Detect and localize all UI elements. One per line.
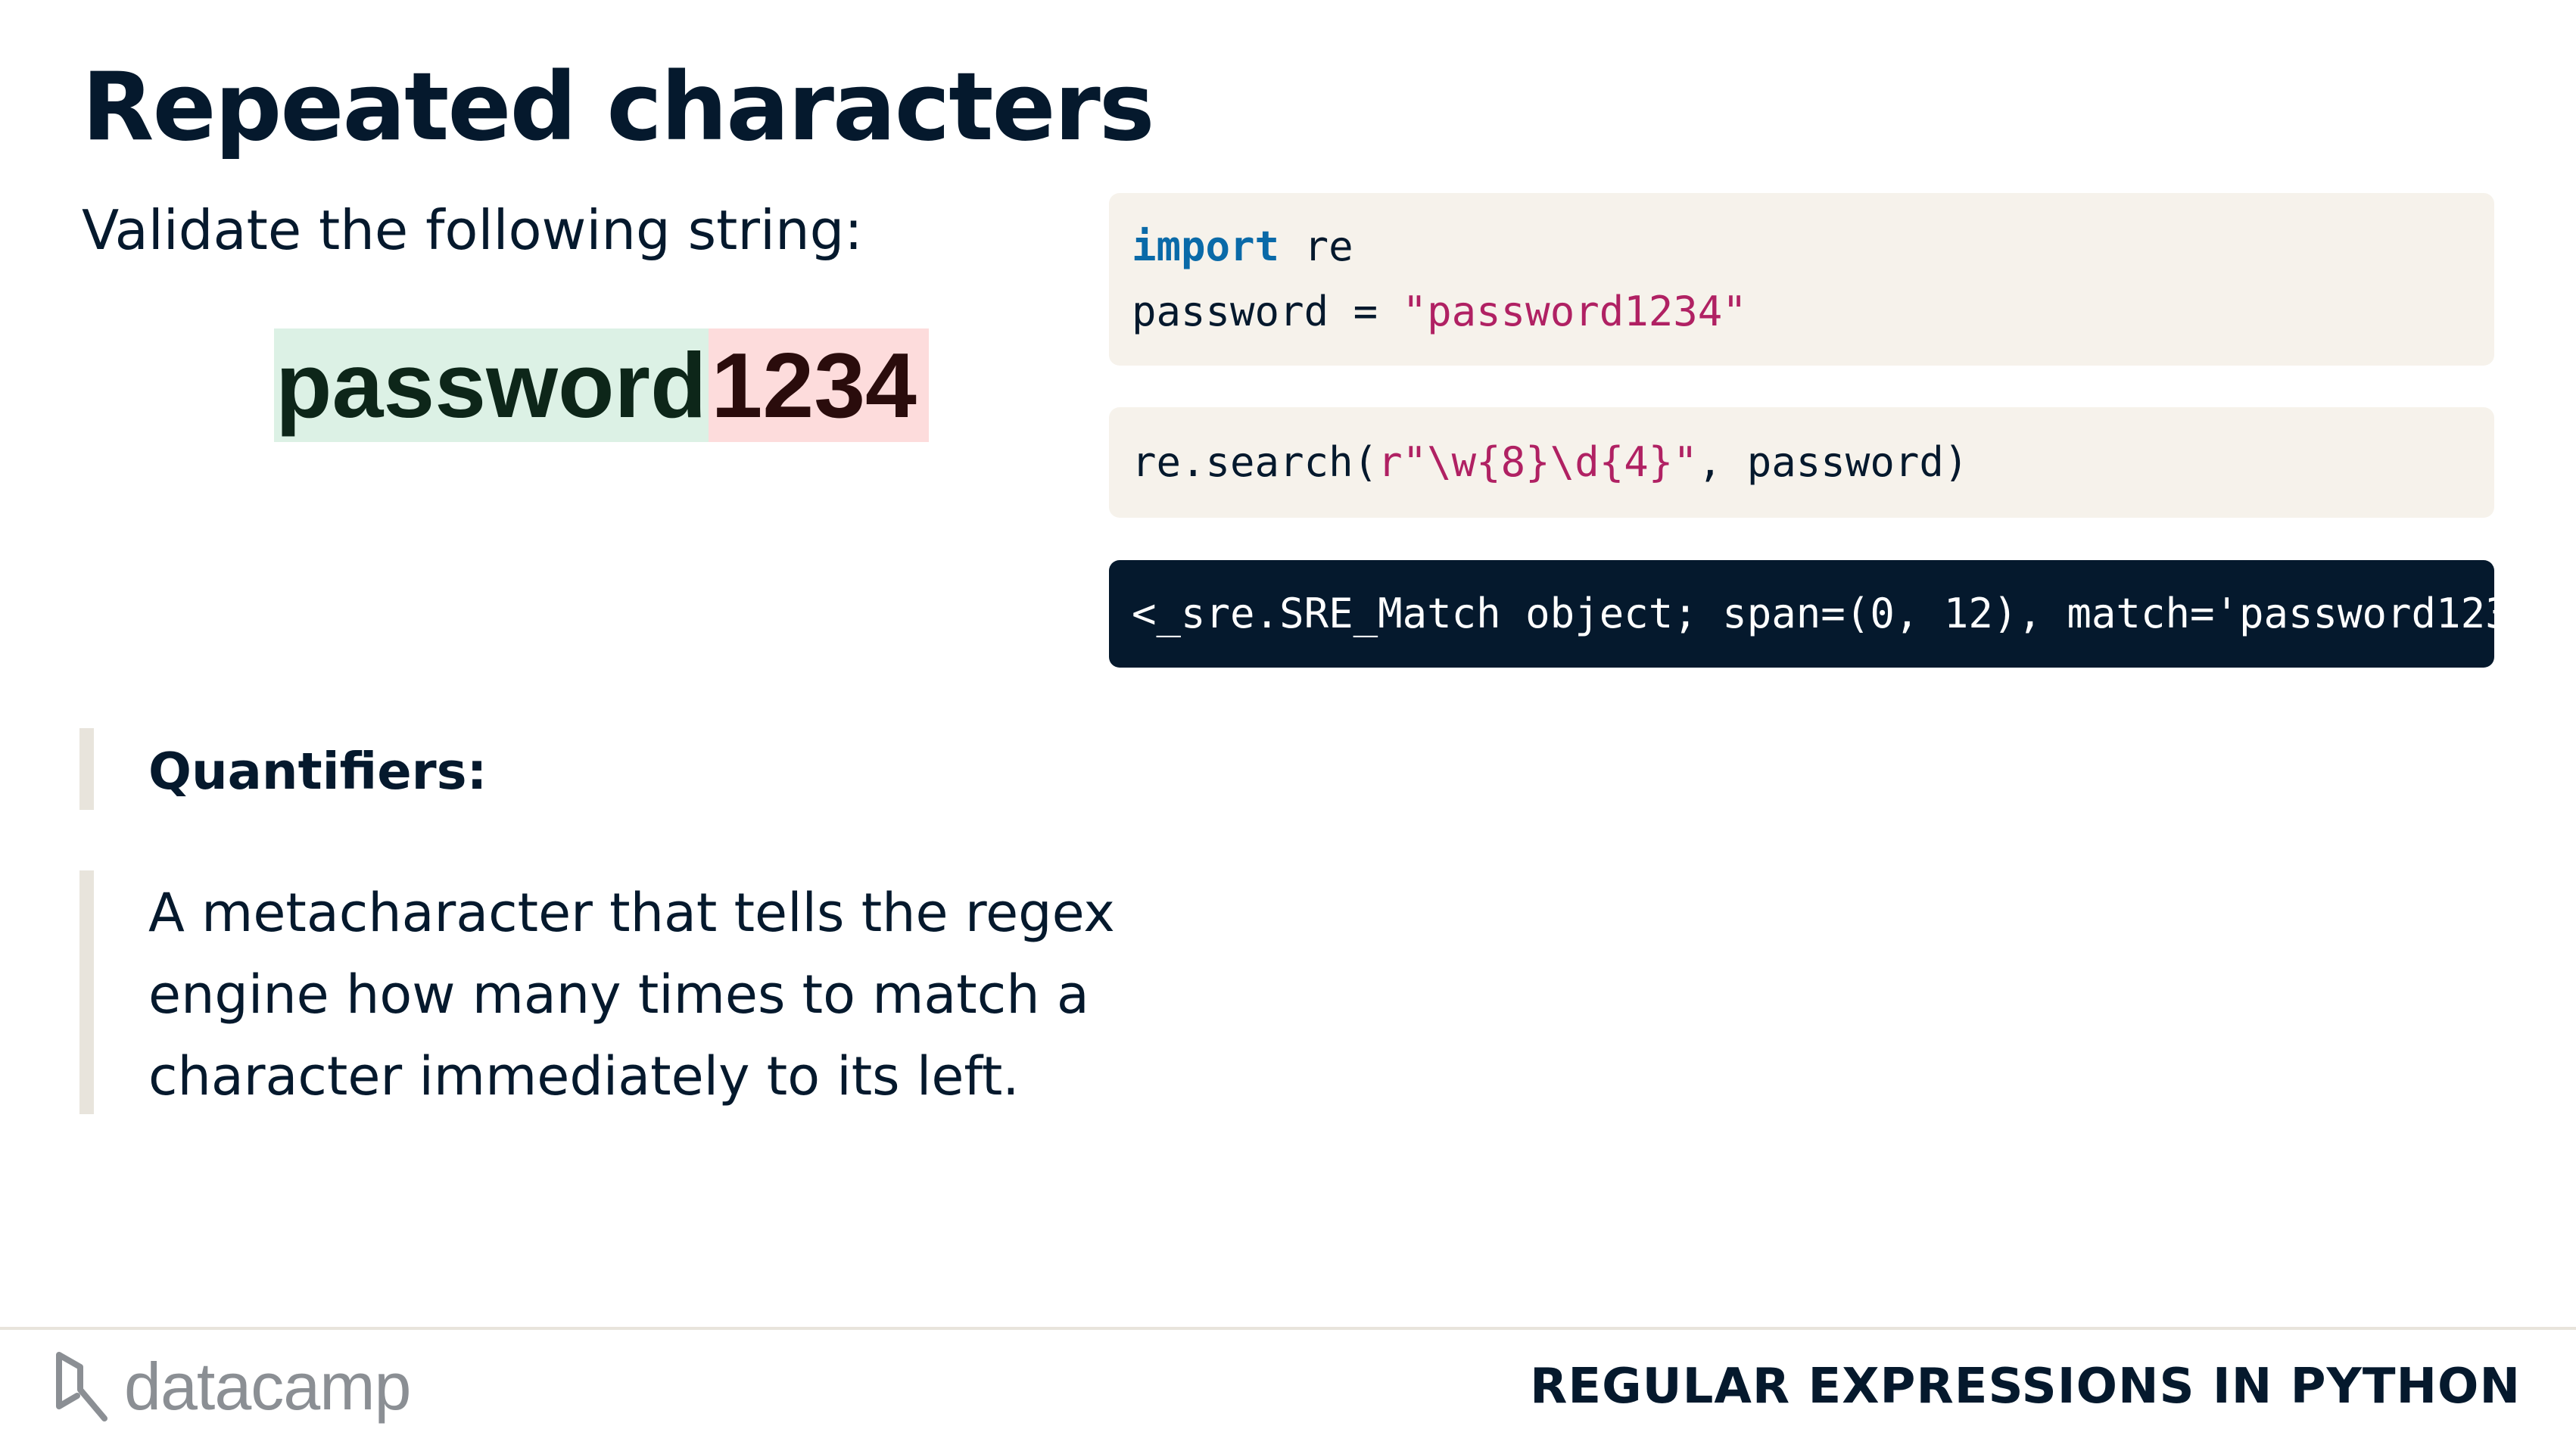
password-digits-highlight: 1234 xyxy=(708,328,929,442)
datacamp-logo-icon xyxy=(56,1352,107,1421)
code-line-import: import re xyxy=(1132,214,2494,279)
datacamp-logo: datacamp xyxy=(55,1349,411,1425)
quantifiers-definition: A metacharacter that tells the regex eng… xyxy=(148,882,1115,1107)
password-example: password 1234 xyxy=(274,328,929,442)
code-text: password = xyxy=(1132,288,1403,335)
code-block-setup: import re password = "password1234" xyxy=(1109,193,2494,366)
quantifiers-heading: Quantifiers: xyxy=(148,742,487,801)
code-keyword: import xyxy=(1132,223,1280,270)
code-block-search: re.search(r"\w{8}\d{4}", password) xyxy=(1109,407,2494,518)
datacamp-wordmark: datacamp xyxy=(124,1349,411,1424)
slide-title: Repeated characters xyxy=(82,53,1155,162)
slide-subtitle: Validate the following string: xyxy=(82,198,863,262)
code-string: "password1234" xyxy=(1402,288,1747,335)
code-line-search: re.search(r"\w{8}\d{4}", password) xyxy=(1132,430,2494,495)
code-output-block: <_sre.SRE_Match object; span=(0, 12), ma… xyxy=(1109,560,2576,668)
code-regex-pattern: r"\w{8}\d{4}" xyxy=(1378,438,1698,486)
code-line-assignment: password = "password1234" xyxy=(1132,279,2494,344)
quote-bar-heading xyxy=(79,728,94,810)
code-text: re xyxy=(1279,223,1353,270)
code-output-line: <_sre.SRE_Match object; span=(0, 12), ma… xyxy=(1132,590,2576,637)
course-title: REGULAR EXPRESSIONS IN PYTHON xyxy=(1530,1359,2521,1415)
code-text: , password) xyxy=(1697,438,1969,486)
code-text: re.search( xyxy=(1132,438,1378,486)
password-letters-highlight: password xyxy=(274,328,709,442)
footer-divider xyxy=(0,1327,2576,1330)
quote-bar-definition xyxy=(79,870,94,1114)
